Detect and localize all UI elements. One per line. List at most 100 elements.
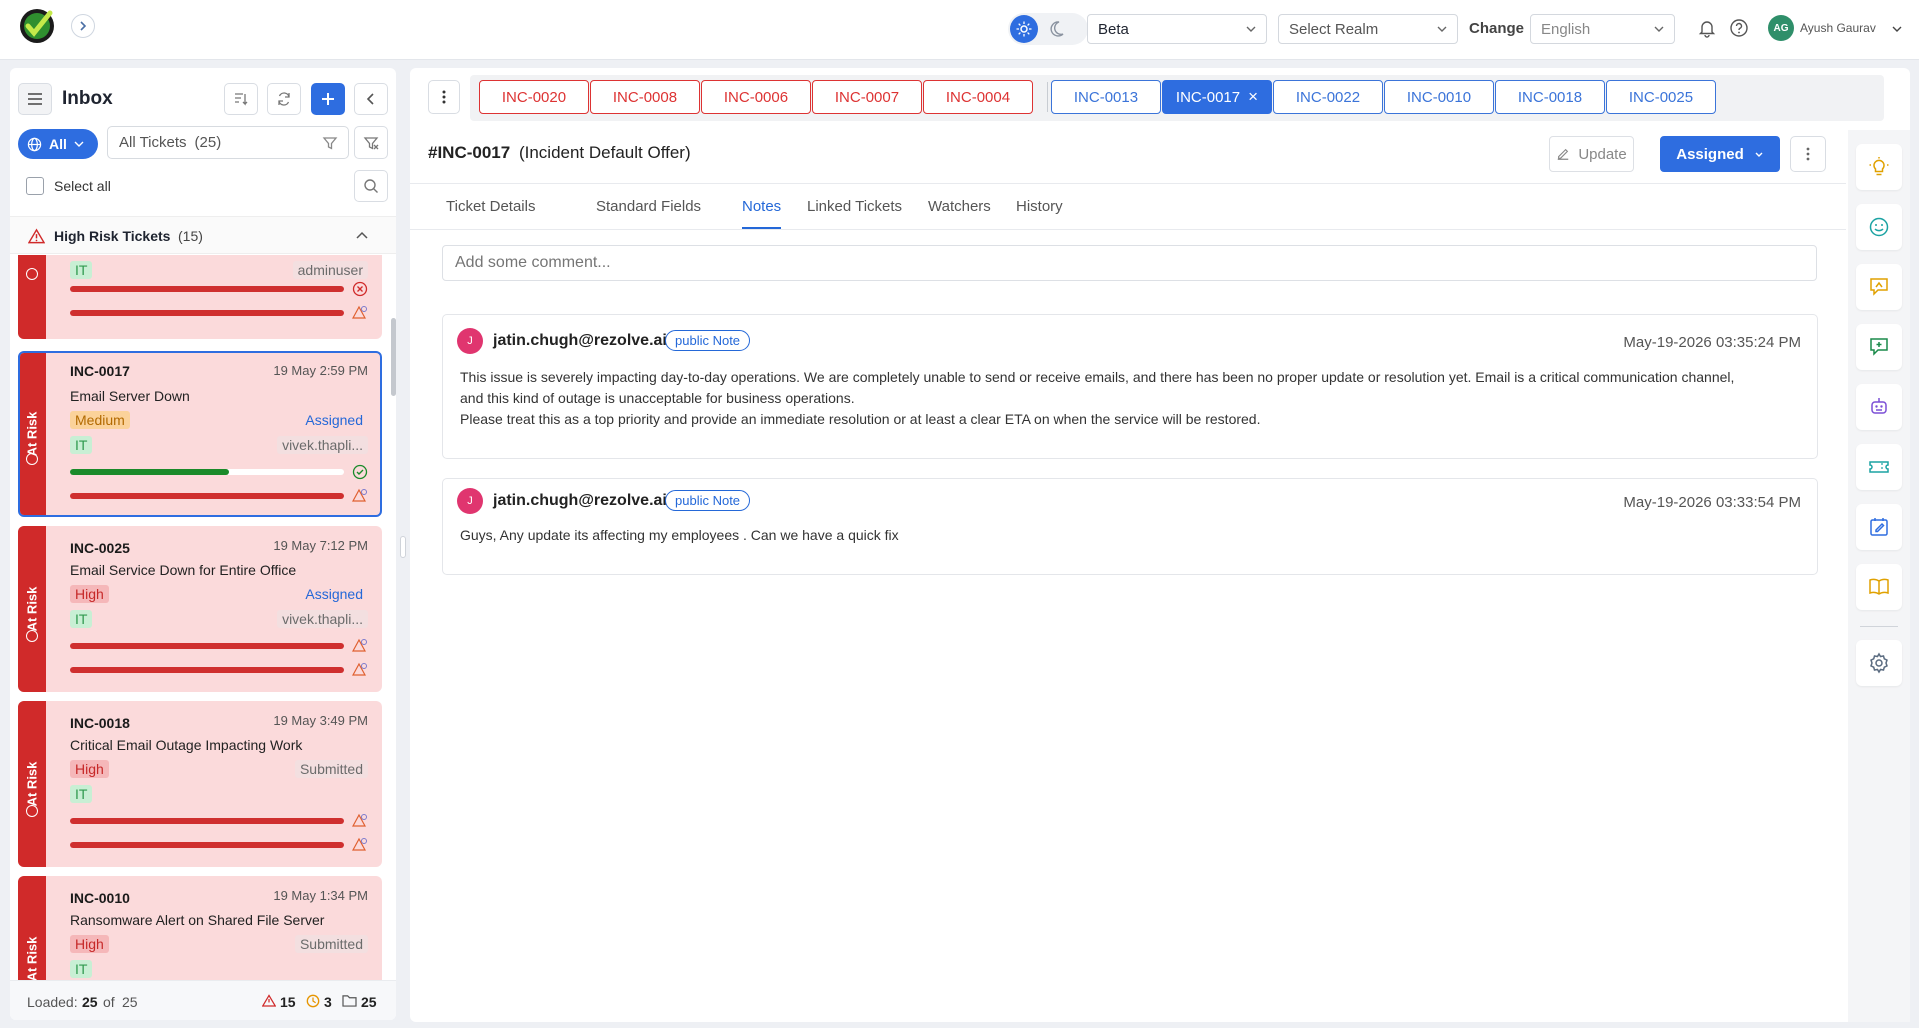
clear-filter-icon[interactable]	[354, 126, 388, 159]
bell-icon[interactable]	[1697, 18, 1717, 38]
settings-gear-icon[interactable]	[1856, 640, 1902, 686]
total-count: 25	[122, 994, 138, 1010]
collapse-sidebar-button[interactable]	[354, 83, 388, 115]
ticket-tab-active[interactable]: INC-0017 ×	[1162, 80, 1272, 114]
category-badge: IT	[70, 960, 93, 978]
ticket-tab[interactable]: INC-0006	[701, 80, 811, 114]
chevron-down-icon	[1246, 26, 1256, 32]
ticket-icon[interactable]	[1856, 444, 1902, 490]
ticket-time: 19 May 3:49 PM	[273, 713, 368, 728]
note-author: jatin.chugh@rezolve.ai	[493, 332, 667, 349]
inbox-title: Inbox	[62, 88, 113, 109]
ticket-tab[interactable]: INC-0013	[1051, 80, 1161, 114]
update-button[interactable]: Update	[1549, 136, 1634, 172]
sla-bar	[70, 286, 344, 292]
breach-warning-icon	[352, 305, 367, 319]
chevron-down-icon	[1437, 26, 1447, 32]
sort-icon[interactable]	[224, 83, 258, 115]
theme-toggle[interactable]	[1008, 13, 1088, 45]
scrollbar-thumb[interactable]	[391, 318, 396, 396]
sla-bar	[70, 310, 344, 316]
environment-select[interactable]: Beta	[1087, 14, 1267, 44]
category-badge: IT	[70, 610, 93, 628]
status-badge: Assigned	[305, 412, 363, 428]
tab-standard-fields[interactable]: Standard Fields	[596, 198, 701, 215]
tab-history[interactable]: History	[1016, 198, 1063, 215]
at-risk-label: At Risk	[24, 761, 40, 807]
status-dropdown-button[interactable]: Assigned	[1660, 136, 1780, 172]
resize-handle[interactable]	[400, 536, 406, 558]
language-select[interactable]: English	[1530, 14, 1675, 44]
search-icon[interactable]	[354, 170, 388, 202]
app-logo[interactable]	[18, 5, 58, 45]
ticket-list: IT adminuser At Risk INC-0017 19 May 2:5…	[10, 255, 396, 980]
smiley-icon[interactable]	[1856, 204, 1902, 250]
scope-filter-pill[interactable]: All	[18, 129, 98, 159]
sla-bar	[70, 667, 344, 673]
right-tool-rail	[1848, 130, 1910, 1022]
sun-icon[interactable]	[1010, 15, 1038, 43]
more-vertical-icon[interactable]	[1790, 136, 1826, 172]
assignee-badge: vivek.thapli...	[277, 610, 368, 628]
group-header[interactable]: High Risk Tickets (15)	[10, 216, 396, 254]
ticket-tab[interactable]: INC-0007	[812, 80, 922, 114]
tab-notes[interactable]: Notes	[742, 198, 781, 215]
lightbulb-icon[interactable]	[1856, 144, 1902, 190]
loaded-label: Loaded:	[27, 994, 78, 1010]
ticket-tab[interactable]: INC-0022	[1273, 80, 1383, 114]
ticket-panel: #INC-0017 (Incident Default Offer) Updat…	[410, 68, 1910, 1022]
realm-select[interactable]: Select Realm	[1278, 14, 1458, 44]
ticket-card[interactable]: IT adminuser	[18, 255, 382, 339]
tab-ticket-details[interactable]: Ticket Details	[446, 198, 535, 215]
language-value: English	[1541, 20, 1591, 38]
expand-icon[interactable]	[71, 14, 95, 38]
feedback-icon[interactable]	[1856, 264, 1902, 310]
close-icon[interactable]: ×	[1248, 87, 1258, 107]
rail-divider	[1860, 626, 1898, 627]
ticket-card[interactable]: At Risk INC-0025 19 May 7:12 PM Email Se…	[18, 526, 382, 692]
moon-icon[interactable]	[1050, 19, 1070, 39]
ticket-tab[interactable]: INC-0008	[590, 80, 700, 114]
ticket-title: Ransomware Alert on Shared File Server	[70, 912, 325, 928]
status-badge: Submitted	[294, 935, 368, 953]
ticket-tab-label: INC-0022	[1295, 88, 1361, 106]
chevron-down-icon	[1755, 152, 1763, 157]
ticket-tab[interactable]: INC-0025	[1606, 80, 1716, 114]
ticket-tab[interactable]: INC-0010	[1384, 80, 1494, 114]
ticket-card[interactable]: At Risk INC-0010 19 May 1:34 PM Ransomwa…	[18, 876, 382, 980]
priority-badge: High	[70, 585, 109, 603]
add-ticket-button[interactable]	[311, 83, 345, 115]
bot-icon[interactable]	[1856, 384, 1902, 430]
help-icon[interactable]	[1729, 18, 1749, 38]
ticket-filter-count: (25)	[194, 134, 222, 151]
category-badge: IT	[70, 436, 93, 454]
note-card: J jatin.chugh@rezolve.ai public Note May…	[442, 314, 1818, 459]
note-timestamp: May-19-2026 03:33:54 PM	[1623, 494, 1801, 511]
ticket-card[interactable]: At Risk INC-0018 19 May 3:49 PM Critical…	[18, 701, 382, 867]
ticket-card-selected[interactable]: At Risk INC-0017 19 May 2:59 PM Email Se…	[18, 351, 382, 517]
select-all-checkbox[interactable]	[26, 177, 44, 195]
warn-count: 3	[324, 994, 332, 1010]
chat-add-icon[interactable]	[1856, 324, 1902, 370]
tab-watchers[interactable]: Watchers	[928, 198, 991, 215]
comment-input[interactable]	[442, 245, 1817, 281]
more-vertical-icon[interactable]	[428, 80, 460, 114]
tab-divider	[1047, 82, 1048, 112]
breach-warning-icon	[352, 488, 367, 502]
task-edit-icon[interactable]	[1856, 504, 1902, 550]
refresh-icon[interactable]	[267, 83, 301, 115]
tab-linked-tickets[interactable]: Linked Tickets	[807, 198, 902, 215]
at-risk-label: At Risk	[24, 411, 40, 457]
ticket-time: 19 May 1:34 PM	[273, 888, 368, 903]
error-circle-icon	[352, 281, 368, 297]
user-menu[interactable]: AG Ayush Gaurav	[1768, 15, 1908, 43]
user-name: Ayush Gaurav	[1800, 21, 1876, 35]
menu-icon[interactable]	[18, 83, 52, 115]
ticket-filter-select[interactable]: All Tickets (25)	[107, 126, 349, 159]
ticket-tab[interactable]: INC-0020	[479, 80, 589, 114]
book-icon[interactable]	[1856, 564, 1902, 610]
note-timestamp: May-19-2026 03:35:24 PM	[1623, 334, 1801, 351]
filter-icon	[322, 137, 338, 150]
ticket-tab[interactable]: INC-0018	[1495, 80, 1605, 114]
ticket-tab[interactable]: INC-0004	[923, 80, 1033, 114]
